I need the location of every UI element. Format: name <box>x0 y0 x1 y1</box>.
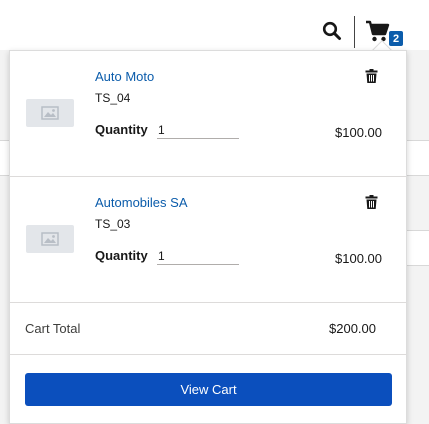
trash-icon <box>365 195 377 209</box>
cart-item: Auto Moto TS_04 Quantity $100.00 <box>10 51 406 177</box>
trash-icon <box>365 69 377 83</box>
quantity-input[interactable] <box>157 247 239 265</box>
quantity-label: Quantity <box>95 122 148 137</box>
product-sku: TS_04 <box>95 91 131 105</box>
product-thumbnail <box>26 99 74 127</box>
product-name-link[interactable]: Auto Moto <box>95 69 154 84</box>
delete-item-button[interactable] <box>363 194 379 210</box>
image-placeholder-icon <box>41 106 59 120</box>
product-name-link[interactable]: Automobiles SA <box>95 195 188 210</box>
background-field <box>405 140 429 176</box>
header-divider <box>354 16 355 48</box>
cart-popover: Auto Moto TS_04 Quantity $100.00 Automob… <box>9 50 407 424</box>
cart-total-value: $200.00 <box>329 321 376 336</box>
cart-total-label: Cart Total <box>25 321 81 336</box>
delete-item-button[interactable] <box>363 68 379 84</box>
view-cart-button[interactable]: View Cart <box>25 373 392 406</box>
search-button[interactable] <box>320 19 344 43</box>
background-field <box>405 230 429 266</box>
product-thumbnail <box>26 225 74 253</box>
cart-total-row: Cart Total $200.00 <box>10 303 406 355</box>
quantity-label: Quantity <box>95 248 148 263</box>
image-placeholder-icon <box>41 232 59 246</box>
cart-item: Automobiles SA TS_03 Quantity $100.00 <box>10 177 406 303</box>
product-sku: TS_03 <box>95 217 131 231</box>
item-price: $100.00 <box>335 125 382 140</box>
quantity-input[interactable] <box>157 121 239 139</box>
cart-count-badge: 2 <box>389 31 403 46</box>
item-price: $100.00 <box>335 251 382 266</box>
cart-icon <box>366 20 390 42</box>
search-icon <box>322 21 341 40</box>
